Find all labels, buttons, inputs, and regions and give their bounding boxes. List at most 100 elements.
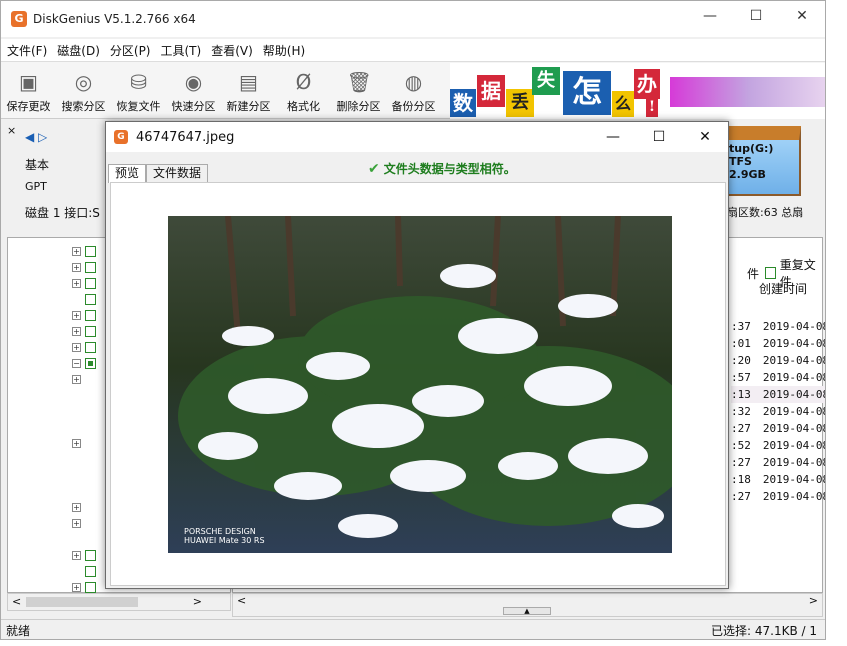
tree-node[interactable]: + bbox=[72, 308, 96, 322]
list-row[interactable]: :27 2019-04-08 bbox=[731, 420, 826, 437]
sector-info: 扇区数:63 总扇 bbox=[727, 206, 804, 219]
date-cell: 2019-04-08 bbox=[762, 320, 826, 333]
list-row[interactable]: :32 2019-04-08 bbox=[731, 403, 826, 420]
list-row[interactable]: :27 2019-04-08 bbox=[731, 454, 825, 471]
tree-node[interactable]: + bbox=[72, 260, 96, 274]
tree-checkbox[interactable] bbox=[85, 277, 96, 289]
tree-node[interactable]: + bbox=[72, 580, 96, 594]
new-partition-button[interactable]: ▤ 新建分区 bbox=[221, 62, 276, 118]
tree-node[interactable]: + bbox=[72, 372, 81, 386]
tree-node[interactable] bbox=[72, 292, 96, 306]
expand-icon[interactable]: + bbox=[72, 310, 81, 320]
expand-icon[interactable]: + bbox=[72, 246, 81, 256]
disk-nav-arrows[interactable]: ◀ ▷ bbox=[25, 130, 47, 144]
date-cell: 2019-04-08 bbox=[762, 422, 826, 435]
tree-checkbox[interactable] bbox=[85, 245, 96, 257]
menu-help[interactable]: 帮助(H) bbox=[263, 42, 305, 59]
expand-icon[interactable]: + bbox=[72, 438, 81, 448]
dialog-close-button[interactable]: ✕ bbox=[682, 122, 728, 152]
tree-node[interactable]: + bbox=[72, 548, 96, 562]
partition-block[interactable]: tup(G:) TFS 2.9GB bbox=[723, 126, 801, 196]
quick-partition-button[interactable]: ◉ 快速分区 bbox=[166, 62, 221, 118]
tree-node[interactable]: + bbox=[72, 324, 96, 338]
scroll-right-icon[interactable]: > bbox=[193, 595, 202, 608]
scroll-left-icon[interactable]: < bbox=[237, 594, 246, 607]
duplicate-checkbox[interactable] bbox=[765, 267, 776, 279]
tree-horizontal-scrollbar[interactable]: < > bbox=[7, 593, 231, 611]
list-row[interactable]: :27 2019-04-08 bbox=[731, 488, 825, 505]
minimize-button[interactable]: — bbox=[687, 1, 733, 31]
expand-icon[interactable]: + bbox=[72, 342, 81, 352]
list-row[interactable]: :01 2019-04-08 bbox=[731, 335, 825, 352]
scroll-right-icon[interactable]: > bbox=[809, 594, 818, 607]
dialog-minimize-button[interactable]: — bbox=[590, 122, 636, 152]
expand-icon[interactable]: + bbox=[72, 582, 81, 592]
recover-files-button[interactable]: ⛁ 恢复文件 bbox=[111, 62, 166, 118]
expand-icon[interactable]: + bbox=[72, 278, 81, 288]
column-created-time[interactable]: 创建时间 bbox=[759, 280, 807, 297]
tree-node[interactable]: + bbox=[72, 516, 81, 530]
list-row[interactable]: :37 2019-04-08 bbox=[731, 318, 826, 335]
preview-area: PORSCHE DESIGN HUAWEI Mate 30 RS bbox=[110, 182, 726, 586]
menu-tools[interactable]: 工具(T) bbox=[161, 42, 202, 59]
tree-node[interactable]: + bbox=[72, 340, 96, 354]
tree-node[interactable] bbox=[72, 564, 96, 578]
tree-node[interactable]: + bbox=[72, 436, 81, 450]
search-icon: ◎ bbox=[74, 70, 93, 94]
tree-checkbox[interactable] bbox=[85, 341, 96, 353]
menu-disk[interactable]: 磁盘(D) bbox=[57, 42, 100, 59]
menu-file[interactable]: 文件(F) bbox=[7, 42, 47, 59]
tab-file-data[interactable]: 文件数据 bbox=[146, 164, 209, 182]
tree-checkbox[interactable] bbox=[85, 581, 96, 593]
list-row[interactable]: :57 2019-04-08 bbox=[731, 369, 825, 386]
dialog-maximize-button[interactable]: ☐ bbox=[636, 122, 682, 152]
diskgenius-logo-icon: G bbox=[11, 11, 27, 27]
tree-checkbox[interactable] bbox=[85, 549, 96, 561]
close-panel-icon[interactable]: × bbox=[7, 124, 16, 137]
expand-icon[interactable]: − bbox=[72, 358, 81, 368]
tree-checkbox[interactable] bbox=[85, 261, 96, 273]
recover-icon: ⛁ bbox=[130, 70, 147, 94]
banner-blurred-graphic bbox=[670, 77, 825, 107]
menu-view[interactable]: 查看(V) bbox=[211, 42, 253, 59]
list-horizontal-scrollbar[interactable]: < > ▲ bbox=[232, 593, 823, 617]
expand-icon[interactable]: + bbox=[72, 518, 81, 528]
list-row[interactable]: :18 2019-04-08 bbox=[731, 471, 825, 488]
tree-node[interactable]: − bbox=[72, 356, 96, 370]
status-bar: 就绪 已选择: 47.1KB / 1 bbox=[1, 619, 825, 639]
file-type-match-status: ✔ 文件头数据与类型相符。 bbox=[368, 160, 516, 177]
maximize-button[interactable]: ☐ bbox=[733, 1, 779, 31]
format-button[interactable]: Ø 格式化 bbox=[276, 62, 331, 118]
ad-banner[interactable]: 数 据 丢 失 怎 么 办 ! bbox=[450, 63, 825, 119]
tree-node[interactable]: + bbox=[72, 276, 96, 290]
splitter-up-icon[interactable]: ▲ bbox=[503, 607, 551, 615]
tree-checkbox[interactable] bbox=[85, 293, 96, 305]
tree-node[interactable]: + bbox=[72, 244, 96, 258]
search-partition-button[interactable]: ◎ 搜索分区 bbox=[56, 62, 111, 118]
tree-node[interactable]: + bbox=[72, 500, 81, 514]
expand-icon[interactable]: + bbox=[72, 550, 81, 560]
scroll-thumb[interactable] bbox=[26, 597, 138, 607]
backup-partition-button[interactable]: ◍ 备份分区 bbox=[386, 62, 441, 118]
tree-checkbox[interactable] bbox=[85, 325, 96, 337]
quick-partition-icon: ◉ bbox=[184, 70, 203, 94]
tree-checkbox[interactable] bbox=[85, 565, 96, 577]
expand-icon[interactable]: + bbox=[72, 502, 81, 512]
date-cell: 2019-04-08 bbox=[762, 405, 826, 418]
list-row[interactable]: :52 2019-04-08 bbox=[731, 437, 825, 454]
menu-partition[interactable]: 分区(P) bbox=[110, 42, 151, 59]
tree-checkbox[interactable] bbox=[85, 309, 96, 321]
date-cell: 2019-04-08 bbox=[762, 354, 826, 367]
scroll-left-icon[interactable]: < bbox=[12, 595, 21, 608]
delete-partition-button[interactable]: 🗑 删除分区 bbox=[331, 62, 386, 118]
list-row[interactable]: :13 2019-04-08 bbox=[731, 386, 825, 403]
time-cell: :52 bbox=[731, 439, 751, 452]
close-button[interactable]: ✕ bbox=[779, 1, 825, 31]
save-changes-button[interactable]: ▣ 保存更改 bbox=[1, 62, 56, 118]
expand-icon[interactable]: + bbox=[72, 326, 81, 336]
expand-icon[interactable]: + bbox=[72, 262, 81, 272]
expand-icon[interactable]: + bbox=[72, 374, 81, 384]
tab-preview[interactable]: 预览 bbox=[108, 164, 147, 183]
tree-checkbox[interactable] bbox=[85, 357, 96, 369]
list-row[interactable]: :20 2019-04-08 bbox=[731, 352, 826, 369]
